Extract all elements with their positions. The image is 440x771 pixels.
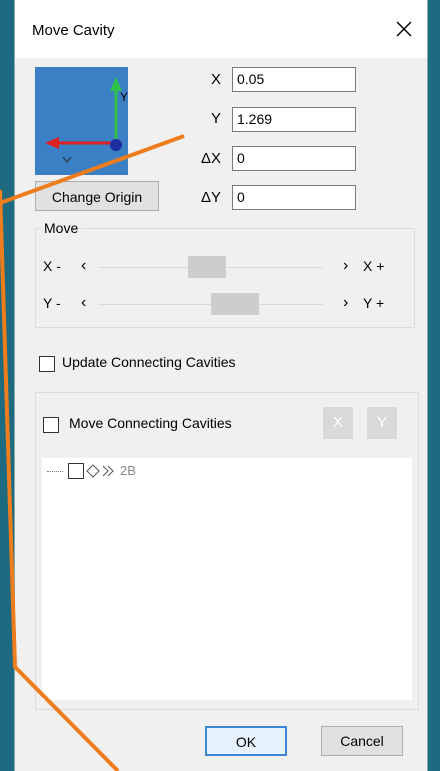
x-plus-label: X + [363, 258, 385, 274]
y-minus-label: Y - [43, 295, 61, 311]
close-icon[interactable] [389, 14, 419, 44]
x-input[interactable]: 0.05 [232, 67, 356, 92]
connector-icon [86, 464, 114, 478]
move-cavity-dialog: Move Cavity Y Change Origin X 0.05 Y 1.2… [14, 0, 428, 771]
y-move-slider[interactable]: Y - ‹ › Y + [43, 293, 413, 317]
y-left-arrow-icon[interactable]: ‹ [81, 294, 86, 312]
y-input[interactable]: 1.269 [232, 107, 356, 132]
axis-icon: Y [45, 77, 128, 163]
tree-item-label: 2B [120, 463, 136, 478]
y-plus-label: Y + [363, 295, 385, 311]
cancel-button[interactable]: Cancel [321, 726, 403, 756]
ok-button[interactable]: OK [205, 726, 287, 756]
update-connecting-label: Update Connecting Cavities [62, 354, 236, 370]
dx-input[interactable]: 0 [232, 146, 356, 171]
x-minus-label: X - [43, 258, 61, 274]
tree-connector [47, 471, 63, 472]
background-left [0, 0, 14, 771]
x-slider-thumb[interactable] [188, 256, 226, 278]
x-label: X [210, 71, 221, 88]
move-group-title: Move [41, 220, 82, 236]
y-button[interactable]: Y [367, 407, 397, 439]
y-slider-thumb[interactable] [211, 293, 259, 315]
dx-label: ΔX [200, 150, 221, 167]
change-origin-button[interactable]: Change Origin [35, 181, 159, 211]
cavity-tree[interactable] [42, 458, 412, 700]
move-connecting-label: Move Connecting Cavities [69, 415, 232, 431]
dialog-title: Move Cavity [32, 22, 115, 39]
dy-label: ΔY [200, 189, 221, 206]
background-right [426, 0, 440, 771]
update-connecting-checkbox[interactable] [39, 356, 55, 372]
x-right-arrow-icon[interactable]: › [343, 257, 348, 275]
svg-text:Y: Y [120, 90, 128, 104]
y-right-arrow-icon[interactable]: › [343, 294, 348, 312]
title-bar: Move Cavity [15, 0, 427, 58]
x-left-arrow-icon[interactable]: ‹ [81, 257, 86, 275]
x-button[interactable]: X [323, 407, 353, 439]
move-connecting-checkbox[interactable] [43, 417, 59, 433]
x-move-slider[interactable]: X - ‹ › X + [43, 256, 413, 280]
y-label: Y [210, 110, 221, 127]
tree-item-checkbox[interactable] [68, 463, 84, 479]
dy-input[interactable]: 0 [232, 185, 356, 210]
origin-preview: Y [35, 67, 128, 175]
